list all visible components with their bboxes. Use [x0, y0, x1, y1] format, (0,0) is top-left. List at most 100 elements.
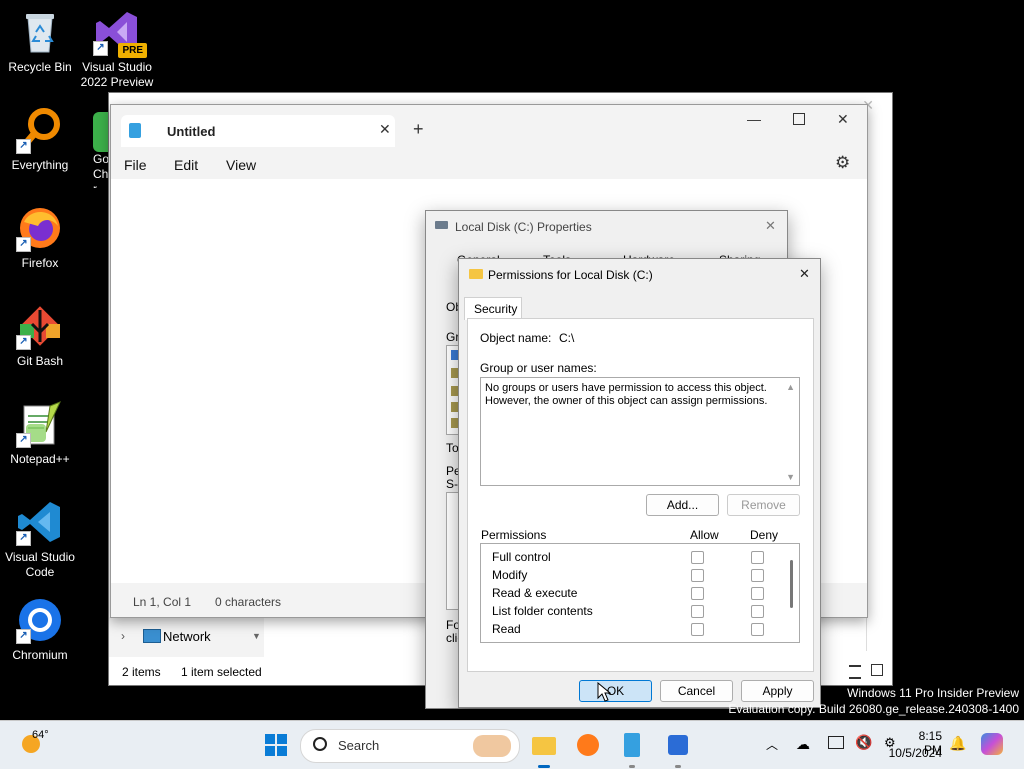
shortcut-arrow-icon: ↗	[16, 237, 31, 252]
minimize-icon[interactable]: —	[747, 111, 761, 127]
notification-bell-icon[interactable]: 🔔	[949, 735, 966, 752]
close-icon[interactable]: ✕	[765, 218, 776, 234]
settings-gear-icon[interactable]: ⚙	[835, 153, 850, 173]
clock-date[interactable]: 10/5/2024	[880, 746, 942, 760]
windows-logo-icon	[265, 734, 287, 756]
windows-watermark-line2: Evaluation copy. Build 26080.ge_release.…	[728, 702, 1019, 716]
start-button[interactable]	[264, 733, 288, 757]
network-disconnected-icon[interactable]: ☁	[796, 736, 810, 753]
desktop-icon-firefox[interactable]: ↗ Firefox	[0, 204, 80, 271]
allow-checkbox[interactable]	[691, 569, 704, 582]
perm-row-modify: Modify	[481, 567, 781, 585]
vscode-icon: ↗	[16, 498, 64, 546]
close-icon[interactable]: ✕	[799, 266, 810, 282]
perm-label: Full control	[492, 550, 551, 564]
desktop-icon-notepad-plus-plus[interactable]: ↗ Notepad++	[0, 400, 80, 467]
shortcut-arrow-icon: ↗	[16, 433, 31, 448]
desktop-icon-label: Recycle Bin	[8, 60, 72, 74]
security-panel: Object name: C:\ Group or user names: No…	[467, 318, 814, 672]
scroll-down-icon[interactable]: ▼	[252, 631, 261, 641]
desktop-icon-visual-studio-preview[interactable]: PRE ↗ Visual Studio 2022 Preview	[77, 8, 157, 90]
deny-checkbox[interactable]	[751, 569, 764, 582]
desktop-icon-label: Git Bash	[16, 354, 64, 368]
dialog-title: Permissions for Local Disk (C:)	[488, 268, 653, 282]
notepad-tab[interactable]: Untitled ✕	[121, 115, 395, 147]
remove-button[interactable]: Remove	[727, 494, 800, 516]
recycle-bin-icon	[16, 8, 64, 56]
visual-studio-icon: PRE ↗	[93, 8, 147, 58]
menu-edit[interactable]: Edit	[174, 157, 198, 173]
allow-checkbox[interactable]	[691, 551, 704, 564]
network-icon	[143, 629, 161, 643]
desktop-icon-label: Notepad++	[10, 452, 70, 466]
taskbar-file-explorer[interactable]	[532, 733, 556, 757]
perm-label: Modify	[492, 568, 528, 582]
add-button[interactable]: Add...	[646, 494, 719, 516]
deny-checkbox[interactable]	[751, 551, 764, 564]
taskbar-app[interactable]	[666, 733, 690, 757]
taskbar-firefox[interactable]	[576, 733, 600, 757]
copilot-icon[interactable]	[981, 733, 1003, 755]
tab-close-icon[interactable]: ✕	[379, 121, 391, 138]
scroll-down-icon[interactable]: ▼	[786, 472, 795, 482]
apply-button[interactable]: Apply	[741, 680, 814, 702]
chevron-up-icon[interactable]: ︿	[766, 736, 778, 753]
desktop-icon-everything[interactable]: ↗ Everything	[0, 106, 80, 173]
cut-label: S-	[446, 477, 458, 491]
taskbar-search-box[interactable]: Search	[300, 729, 520, 763]
permissions-scrollbar[interactable]	[790, 560, 793, 608]
speaker-muted-icon[interactable]: 🔇	[855, 734, 872, 751]
status-item-count: 2 items	[122, 665, 161, 679]
desktop-icon-vscode[interactable]: ↗ Visual Studio Code	[0, 498, 80, 580]
deny-checkbox[interactable]	[751, 623, 764, 636]
close-icon[interactable]: ✕	[837, 111, 849, 128]
everything-search-icon: ↗	[16, 106, 64, 154]
allow-checkbox[interactable]	[691, 587, 704, 600]
tab-security[interactable]: Security	[464, 297, 522, 320]
firefox-icon	[577, 734, 599, 756]
cancel-button[interactable]: Cancel	[660, 680, 733, 702]
group-names-list[interactable]: No groups or users have permission to ac…	[480, 377, 800, 486]
nav-item-network[interactable]: Network	[163, 629, 211, 644]
allow-checkbox[interactable]	[691, 623, 704, 636]
maximize-icon[interactable]	[793, 113, 805, 125]
tiles-view-icon[interactable]	[871, 664, 883, 676]
shortcut-arrow-icon: ↗	[16, 531, 31, 546]
perm-row-read-execute: Read & execute	[481, 585, 781, 603]
weather-widget[interactable]: 64°	[20, 729, 60, 761]
details-view-icon[interactable]	[849, 665, 861, 679]
desktop-icon-git-bash[interactable]: ↗ Git Bash	[0, 302, 80, 369]
chevron-right-icon[interactable]: ›	[121, 629, 125, 643]
desktop-icon-label: Visual Studio 2022 Preview	[80, 60, 154, 89]
desktop-icon-recycle-bin[interactable]: Recycle Bin	[0, 8, 80, 75]
taskbar-notepad[interactable]	[620, 733, 644, 757]
search-icon	[313, 737, 327, 751]
allow-checkbox[interactable]	[691, 605, 704, 618]
perm-row-full-control: Full control	[481, 549, 781, 567]
git-bash-icon: ↗	[16, 302, 64, 350]
desktop-icon-label: Visual Studio Code	[5, 550, 75, 579]
display-icon[interactable]	[828, 736, 844, 749]
desktop-icon-partial[interactable]: Go Chr	[93, 112, 109, 188]
scroll-up-icon[interactable]: ▲	[786, 382, 795, 392]
menu-view[interactable]: View	[226, 157, 256, 173]
chromium-icon: ↗	[16, 596, 64, 644]
shortcut-arrow-icon: ↗	[93, 41, 108, 56]
new-tab-button[interactable]: +	[413, 119, 424, 140]
deny-checkbox[interactable]	[751, 605, 764, 618]
firefox-icon: ↗	[16, 204, 64, 252]
desktop-icon-label: Everything	[11, 158, 69, 172]
desktop-icon-label: Chromium	[12, 648, 68, 662]
file-explorer-icon	[532, 737, 556, 755]
desktop-icon-label: Go Chr	[93, 152, 109, 188]
group-message-line2: However, the owner of this object can as…	[485, 395, 768, 407]
tab-security-label: Security	[474, 302, 518, 316]
desktop-icon-chromium[interactable]: ↗ Chromium	[0, 596, 80, 663]
ok-button[interactable]: OK	[579, 680, 652, 702]
notepad-icon	[624, 733, 640, 757]
character-count: 0 characters	[215, 595, 282, 609]
cursor-position: Ln 1, Col 1	[133, 595, 192, 609]
shortcut-arrow-icon: ↗	[16, 335, 31, 350]
deny-checkbox[interactable]	[751, 587, 764, 600]
menu-file[interactable]: File	[124, 157, 147, 173]
